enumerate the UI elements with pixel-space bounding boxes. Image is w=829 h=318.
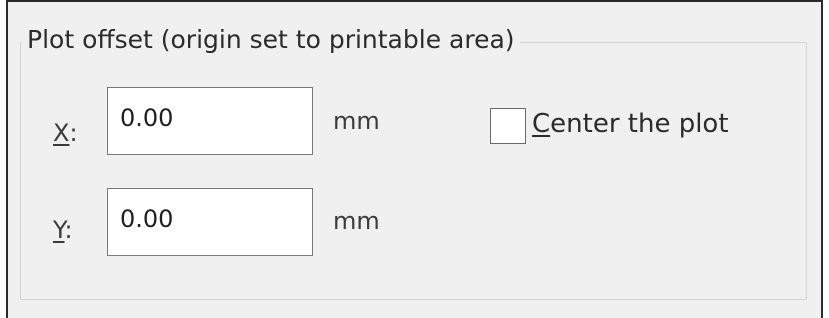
center-plot-label-mnemonic: C — [532, 109, 551, 139]
y-offset-unit: mm — [333, 207, 380, 235]
x-offset-label-colon: : — [69, 119, 78, 147]
y-offset-label-mnemonic: Y — [53, 216, 65, 244]
center-plot-label-rest: enter the plot — [550, 109, 729, 139]
x-offset-input[interactable]: 0.00 — [107, 87, 313, 155]
y-offset-label-colon: : — [64, 216, 73, 244]
plot-offset-groupbox — [20, 42, 807, 300]
center-plot-checkbox[interactable] — [490, 108, 526, 144]
y-offset-label: Y: — [53, 215, 73, 245]
x-offset-unit: mm — [333, 107, 380, 135]
x-offset-label-mnemonic: X — [53, 119, 70, 147]
plot-offset-panel: Plot offset (origin set to printable are… — [6, 0, 823, 318]
x-offset-label: X: — [53, 118, 78, 148]
center-plot-label[interactable]: Center the plot — [532, 108, 729, 140]
y-offset-input[interactable]: 0.00 — [107, 188, 313, 256]
plot-offset-group-title: Plot offset (origin set to printable are… — [22, 24, 520, 56]
